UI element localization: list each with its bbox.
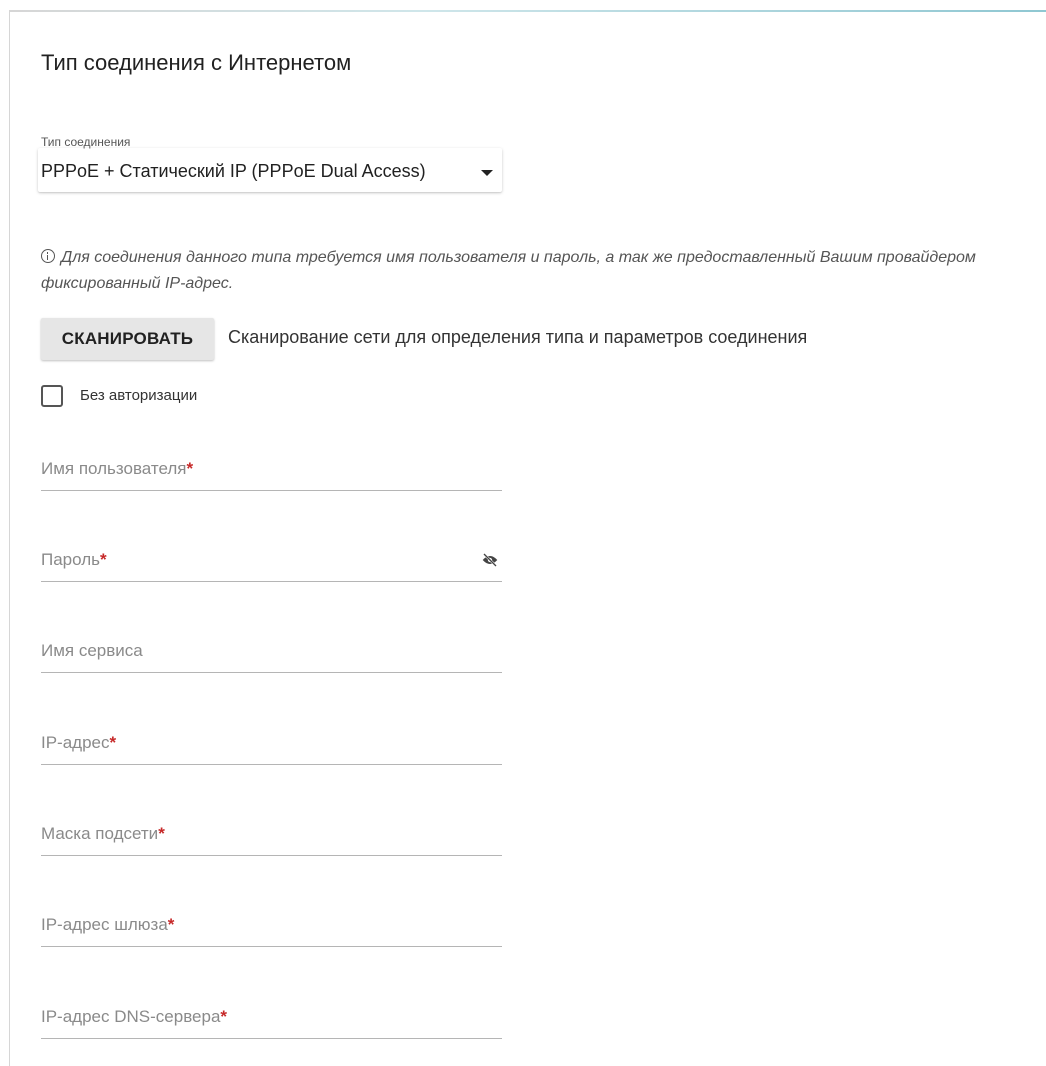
- ip-address-label-text: IP-адрес: [41, 733, 110, 752]
- dns-label-text: IP-адрес DNS-сервера: [41, 1007, 221, 1026]
- no-auth-checkbox[interactable]: [41, 385, 63, 407]
- password-label-text: Пароль: [41, 550, 100, 569]
- service-name-underline: [41, 672, 502, 673]
- required-marker: *: [109, 733, 117, 752]
- username-label-text: Имя пользователя: [41, 459, 187, 478]
- required-marker: *: [158, 824, 165, 843]
- required-marker: *: [100, 550, 107, 569]
- eye-off-icon[interactable]: [482, 553, 498, 567]
- password-field[interactable]: Пароль*: [41, 538, 502, 582]
- page-title: Тип соединения с Интернетом: [41, 50, 352, 75]
- service-name-label: Имя сервиса: [41, 641, 143, 660]
- dns-label: IP-адрес DNS-сервера*: [41, 1007, 227, 1027]
- subnet-mask-label: Маска подсети*: [41, 824, 165, 844]
- required-marker: *: [167, 915, 175, 934]
- caret-down-icon[interactable]: [481, 170, 493, 176]
- username-label: Имя пользователя*: [41, 459, 193, 479]
- ip-address-field[interactable]: IP-адрес*: [41, 721, 502, 765]
- dns-field[interactable]: IP-адрес DNS-сервера*: [41, 995, 502, 1039]
- no-auth-label[interactable]: Без авторизации: [80, 387, 197, 404]
- subnet-mask-label-text: Маска подсети: [41, 824, 159, 843]
- required-marker: *: [186, 459, 194, 478]
- gateway-label: IP-адрес шлюза*: [41, 915, 174, 935]
- gateway-field[interactable]: IP-адрес шлюза*: [41, 903, 502, 947]
- info-message: Для соединения данного типа требуется им…: [41, 245, 1001, 297]
- connection-type-label: Тип соединения: [41, 135, 131, 149]
- service-name-field[interactable]: Имя сервиса: [41, 629, 502, 673]
- subnet-mask-field[interactable]: Маска подсети*: [41, 812, 502, 856]
- frame-left-border: [9, 10, 10, 1066]
- subnet-mask-underline: [41, 855, 502, 856]
- info-icon: [41, 249, 55, 263]
- scan-description: Сканирование сети для определения типа и…: [228, 327, 808, 347]
- scan-button[interactable]: СКАНИРОВАТЬ: [41, 318, 214, 360]
- username-field[interactable]: Имя пользователя*: [41, 447, 502, 491]
- page: Тип соединения с Интернетом Тип соединен…: [0, 0, 1046, 1066]
- ip-address-label: IP-адрес*: [41, 733, 116, 753]
- gateway-underline: [41, 946, 502, 947]
- frame-top-border: [9, 10, 1046, 12]
- dns-underline: [41, 1038, 502, 1039]
- connection-type-value[interactable]: PPPoE + Статический IP (PPPoE Dual Acces…: [41, 161, 426, 182]
- info-text: Для соединения данного типа требуется им…: [41, 249, 976, 292]
- gateway-label-text: IP-адрес шлюза: [41, 915, 168, 934]
- password-underline: [41, 581, 502, 582]
- ip-address-underline: [41, 764, 502, 765]
- username-underline: [41, 490, 502, 491]
- connection-type-select[interactable]: Тип соединения PPPoE + Статический IP (P…: [38, 127, 502, 193]
- required-marker: *: [220, 1007, 228, 1026]
- password-label: Пароль*: [41, 550, 107, 570]
